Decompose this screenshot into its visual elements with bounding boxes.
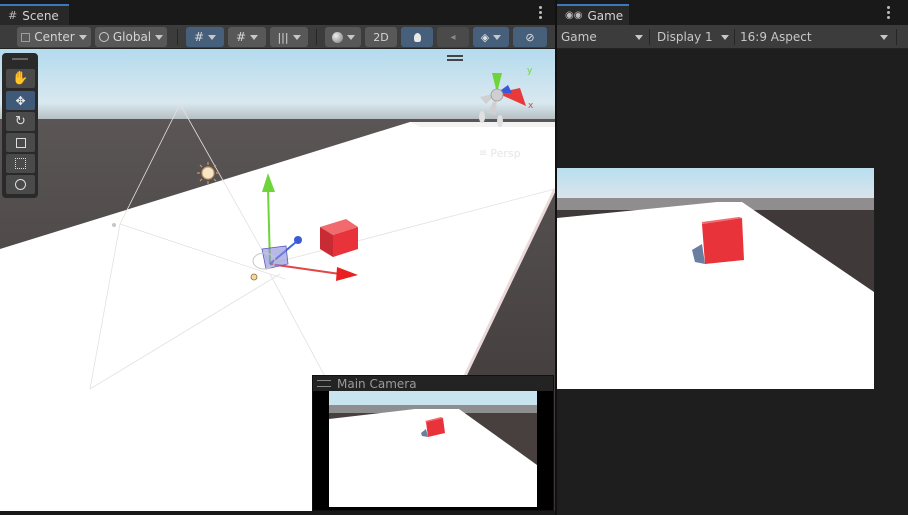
persp-label: Persp — [490, 147, 521, 160]
transform-tool-button[interactable] — [6, 175, 35, 194]
grid-snap-icon: # — [193, 30, 205, 44]
rect-icon — [15, 158, 26, 169]
tab-scene-label: Scene — [22, 8, 59, 23]
drag-handle-icon[interactable] — [12, 58, 28, 60]
aspect-label: 16:9 Aspect — [740, 30, 812, 44]
pivot-label: Center — [34, 30, 75, 44]
snap-icon: # — [235, 30, 247, 44]
hand-icon: ✋ — [12, 71, 29, 86]
chevron-down-icon — [493, 34, 502, 40]
lightbulb-icon — [413, 32, 421, 42]
shading-mode-dropdown[interactable] — [325, 27, 361, 47]
sphere-icon — [331, 31, 343, 43]
chevron-down-icon — [346, 34, 355, 40]
grid-icon: # — [8, 9, 18, 22]
toolbar-divider — [734, 29, 735, 45]
layers-icon: ◈ — [480, 30, 490, 44]
effects-dropdown[interactable]: ◈ — [473, 27, 509, 47]
camera-preview: Main Camera — [312, 375, 554, 511]
chevron-down-icon — [78, 34, 87, 40]
display-dropdown[interactable]: Display 1 — [653, 25, 733, 49]
tab-game-label: Game — [587, 8, 624, 23]
increment-snap-button[interactable]: # — [228, 27, 266, 47]
chevron-down-icon — [250, 34, 259, 40]
perspective-toggle[interactable]: ≡ Persp — [479, 147, 521, 160]
ruler-icon: ||| — [277, 30, 289, 44]
globe-icon — [98, 32, 109, 42]
chevron-down-icon — [880, 34, 888, 40]
scene-menu-icon[interactable] — [539, 6, 542, 19]
game-menu-icon[interactable] — [887, 6, 890, 19]
rotate-icon: ↻ — [15, 114, 26, 129]
chevron-down-icon — [721, 34, 729, 40]
lighting-toggle[interactable] — [401, 27, 433, 47]
camera-preview-render — [329, 391, 537, 507]
move-icon: ✥ — [15, 93, 26, 108]
gamepad-icon: ◉◉ — [565, 10, 583, 21]
move-tool-button[interactable]: ✥ — [6, 91, 35, 110]
view-dropdown[interactable]: Game — [557, 25, 647, 49]
scene-tabbar: # Scene — [0, 0, 555, 25]
chevron-down-icon — [155, 34, 164, 40]
toggle-2d-button[interactable]: 2D — [365, 27, 397, 47]
align-snap-button[interactable]: ||| — [270, 27, 308, 47]
tab-scene[interactable]: # Scene — [0, 4, 69, 25]
marker-dot — [112, 223, 116, 227]
space-label: Global — [112, 30, 152, 44]
game-render — [557, 168, 874, 389]
speaker-icon: ◂ — [450, 31, 456, 43]
scale-tool-button[interactable] — [6, 133, 35, 152]
display-label: Display 1 — [657, 30, 713, 44]
transform-icon — [15, 179, 26, 190]
grid-snap-button[interactable]: # — [186, 27, 224, 47]
space-dropdown[interactable]: Global — [95, 27, 167, 47]
audio-toggle[interactable]: ◂ — [437, 27, 469, 47]
pivot-icon — [21, 32, 31, 42]
toolbar-divider — [316, 29, 317, 45]
camera-preview-title: Main Camera — [337, 376, 417, 391]
camera-preview-header[interactable]: Main Camera — [313, 376, 553, 391]
game-viewport[interactable] — [557, 49, 908, 515]
game-toolbar: Game Display 1 16:9 Aspect — [557, 25, 908, 49]
gizmo-x-label: x — [528, 101, 534, 111]
aspect-dropdown[interactable]: 16:9 Aspect — [736, 25, 892, 49]
rect-tool-button[interactable] — [6, 154, 35, 173]
toolbar-divider — [177, 29, 178, 45]
scene-toolbar: Center Global # # ||| 2D ◂ ◈ ⊘ — [0, 25, 555, 49]
game-tabbar: ◉◉ Game — [557, 0, 908, 25]
hidden-eye-icon: ⊘ — [525, 30, 535, 44]
scene-visibility-toggle[interactable]: ⊘ — [513, 27, 547, 47]
scale-icon — [15, 137, 26, 148]
tab-game[interactable]: ◉◉ Game — [557, 4, 629, 25]
toolbar-divider — [649, 29, 650, 45]
view-label: Game — [561, 30, 597, 44]
rotate-tool-button[interactable]: ↻ — [6, 112, 35, 131]
gizmo-y-label: y — [527, 66, 533, 76]
drag-handle-icon — [317, 380, 331, 387]
chevron-down-icon — [292, 34, 301, 40]
tools-overlay: ✋ ✥ ↻ — [2, 53, 38, 198]
hand-tool-button[interactable]: ✋ — [6, 69, 35, 88]
persp-lines-icon: ≡ — [479, 148, 488, 159]
chevron-down-icon — [635, 34, 643, 40]
chevron-down-icon — [208, 34, 217, 40]
pivot-dropdown[interactable]: Center — [17, 27, 91, 47]
toolbar-divider — [896, 29, 897, 45]
toggle-2d-label: 2D — [373, 30, 389, 44]
